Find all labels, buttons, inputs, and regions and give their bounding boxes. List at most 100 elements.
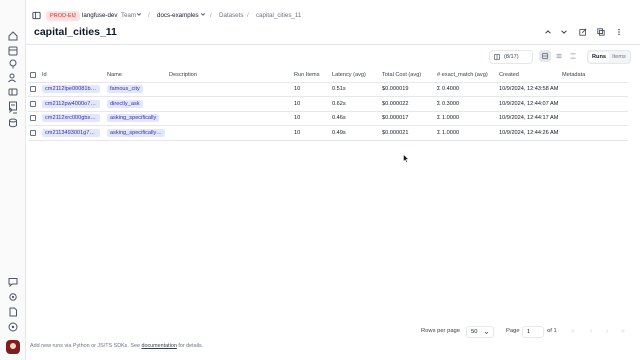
run-name-link[interactable]: famous_city [107,85,143,94]
rows-per-page-value: 50 [471,329,478,335]
first-page-button[interactable]: « [571,328,575,335]
column-header-exact-match[interactable]: # exact_match (avg) [435,69,497,83]
select-all-cell[interactable] [28,69,40,83]
breadcrumb-dataset[interactable]: capital_cities_11 [256,12,301,19]
metadata-cell [560,96,628,112]
terminal-icon[interactable] [8,105,18,115]
run-id-link[interactable]: cm2113493001g7g4... [42,128,100,137]
home-icon[interactable] [8,31,18,41]
last-page-button[interactable]: » [621,328,625,335]
chevron-down-icon[interactable] [200,11,206,19]
run-items-cell: 10 [292,111,330,126]
users-icon[interactable] [8,73,18,83]
more-vertical-icon [618,28,620,36]
density-normal-icon[interactable] [553,50,565,62]
run-id-cell: cm2112lpe00081bw... [40,82,105,97]
column-header-description[interactable]: Description [167,69,292,83]
created-cell: 10/9/2024, 12:44:07 AM [497,96,560,112]
table-row[interactable]: cm2112lpe00081bw... famous_city 10 0.51s… [28,82,628,97]
previous-run-button[interactable] [541,25,555,39]
tab-items[interactable]: Items [609,52,629,62]
run-items-cell: 10 [292,82,330,97]
run-items-cell: 10 [292,125,330,141]
run-name-link[interactable]: asking_specifically [107,114,160,123]
copy-icon [597,28,605,36]
avatar[interactable] [6,340,20,354]
cost-cell: $0.000021 [380,125,435,141]
breadcrumb-separator: / [210,12,212,19]
duplicate-button[interactable] [594,25,608,39]
run-name-link[interactable]: directly_ask [107,99,143,108]
latency-cell: 0.62s [330,96,380,112]
exact-match-cell: Σ 0.3000 [435,96,497,112]
column-header-run-items[interactable]: Run Items [292,69,330,83]
breadcrumb-separator: / [148,12,150,19]
next-page-button[interactable]: › [606,328,608,335]
page-input[interactable]: 1 [522,326,544,338]
breadcrumb-project[interactable]: docs-examples [157,12,199,19]
runs-table: Id Name Description Run Items Latency (a… [28,69,628,141]
column-header-metadata[interactable]: Metadata [560,69,628,83]
rows-per-page-select[interactable]: 50 [466,326,494,338]
page-label: Page [506,328,520,334]
sdk-hint-suffix: for details. [178,343,204,349]
row-select-cell[interactable] [28,96,40,112]
breadcrumb-separator: / [247,12,249,19]
chevron-down-icon[interactable] [136,11,142,19]
sidebar-toggle-icon[interactable] [32,11,41,22]
edit-button[interactable] [576,25,590,39]
datasets-icon[interactable] [8,87,18,97]
dashboard-icon[interactable] [8,46,18,56]
row-checkbox[interactable] [30,86,36,92]
density-expanded-icon[interactable] [567,50,579,62]
table-header-row: Id Name Description Run Items Latency (a… [28,69,628,83]
help-icon[interactable] [8,322,18,332]
header-divider [26,44,640,45]
row-select-cell[interactable] [28,125,40,141]
table-row[interactable]: cm2113493001g7g4... asking_specifically_… [28,125,628,141]
previous-page-button[interactable]: ‹ [590,328,592,335]
row-select-cell[interactable] [28,82,40,97]
tab-runs[interactable]: Runs [589,52,609,62]
chat-icon[interactable] [8,277,18,287]
run-name-link[interactable]: asking_specifically_... [107,128,165,137]
breadcrumb-separator: / [73,12,75,19]
column-header-id[interactable]: Id [40,69,105,83]
run-id-link[interactable]: cm2112lpe00081bw... [42,85,100,94]
run-id-cell: cm2112xrc000gbso... [40,111,105,126]
sdk-hint: Add new runs via Python or JS/TS SDKs. S… [30,343,203,349]
density-compact-icon[interactable] [539,50,551,62]
select-all-checkbox[interactable] [30,72,36,78]
row-density-toggle [539,50,583,64]
row-checkbox[interactable] [30,115,36,121]
column-selector[interactable]: (8/17) [489,50,533,64]
column-header-latency[interactable]: Latency (avg) [330,69,380,83]
run-id-link[interactable]: cm2112pw4000o7g... [42,99,100,108]
next-run-button[interactable] [557,25,571,39]
sdk-hint-prefix: Add new runs via Python or JS/TS SDKs. S… [30,343,140,349]
column-header-name[interactable]: Name [105,69,167,83]
columns-icon [494,54,500,60]
breadcrumb-section[interactable]: Datasets [219,12,243,19]
database-icon[interactable] [8,118,18,128]
row-select-cell[interactable] [28,111,40,126]
created-cell: 10/9/2024, 12:44:26 AM [497,125,560,141]
table-row[interactable]: cm2112pw4000o7g... directly_ask 10 0.62s… [28,96,628,112]
column-count: (8/17) [504,54,519,60]
lightbulb-icon[interactable] [8,59,18,69]
more-button[interactable] [612,25,626,39]
chevron-down-icon [484,331,489,334]
run-id-link[interactable]: cm2112xrc000gbso... [42,114,100,123]
documentation-link[interactable]: documentation [141,343,176,349]
breadcrumb-org[interactable]: langfuse-dev [82,12,117,19]
table-row[interactable]: cm2112xrc000gbso... asking_specifically … [28,111,628,126]
row-checkbox[interactable] [30,100,36,107]
column-header-total-cost[interactable]: Total Cost (avg) [380,69,435,83]
settings-icon[interactable] [8,292,18,302]
docs-icon[interactable] [8,307,18,317]
org-badge: Team [121,12,137,19]
row-checkbox[interactable] [30,129,36,136]
column-header-created[interactable]: Created [497,69,560,83]
run-id-cell: cm2112pw4000o7g... [40,96,105,112]
run-name-cell: famous_city [105,82,167,97]
